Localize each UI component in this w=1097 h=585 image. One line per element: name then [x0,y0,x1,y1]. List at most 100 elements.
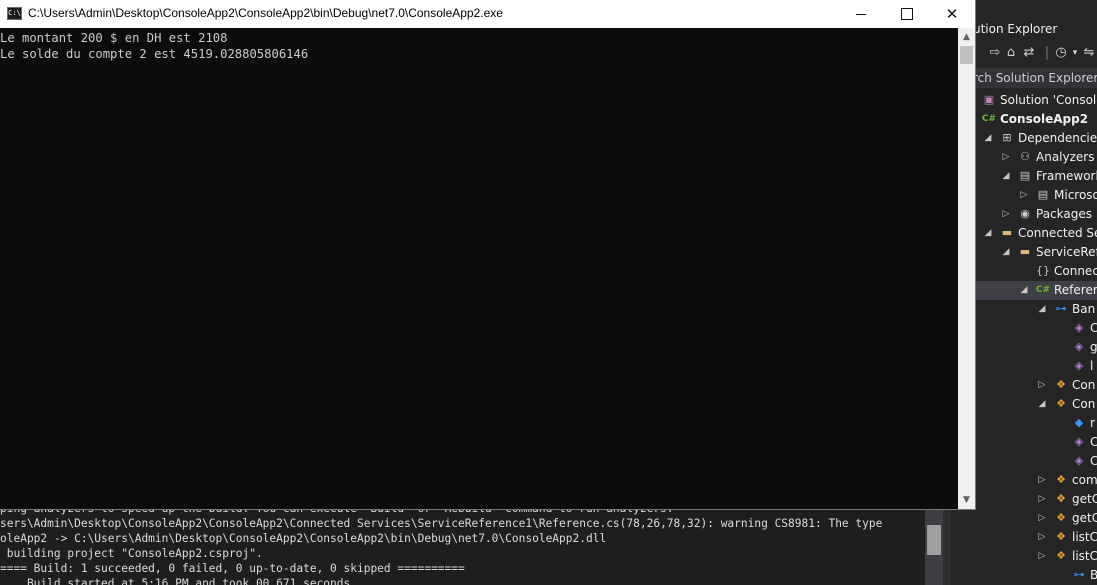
method-icon: ◈ [1074,340,1084,353]
solution-icon: ▣ [983,93,995,106]
field-icon: ◆ [1074,416,1084,429]
window-title: C:\Users\Admin\Desktop\ConsoleApp2\Conso… [28,6,503,20]
class-icon: ❖ [1056,511,1066,524]
expanded-arrow-icon[interactable]: ◢ [983,224,993,243]
class-icon: ❖ [1056,397,1066,410]
panel-splitter[interactable] [943,497,951,585]
tree-node-label: Dependencies [1018,131,1097,145]
expanded-arrow-icon[interactable]: ◢ [1001,243,1011,262]
analyzers-icon: ⚇ [1020,150,1030,163]
framework-icon: ▤ [1019,169,1031,182]
console-window[interactable]: C:\ C:\Users\Admin\Desktop\ConsoleApp2\C… [0,0,975,509]
collapsed-arrow-icon[interactable]: ▷ [1037,490,1047,509]
solution-explorer-toolbar: ⇨ ⌂ ⇄ | ◷ ▾ ⇋ [973,44,1097,64]
packages-icon: ◉ [1020,207,1030,220]
tree-node-label: g [1090,340,1097,354]
tree-node-label: getC [1072,511,1097,525]
console-title-bar[interactable]: C:\ C:\Users\Admin\Desktop\ConsoleApp2\C… [0,0,975,28]
collapsed-arrow-icon[interactable]: ▷ [1001,148,1011,167]
tree-node-label: com [1072,473,1097,487]
tree-node-label: Microso [1054,188,1097,202]
console-app-icon[interactable]: C:\ [7,7,22,20]
tree-node-label: r [1090,416,1095,430]
tree-node-label: Ban [1072,302,1096,316]
collapsed-arrow-icon[interactable]: ▷ [1037,376,1047,395]
expanded-arrow-icon[interactable]: ◢ [1037,300,1047,319]
output-line: ==== Build: 1 succeeded, 0 failed, 0 up-… [0,562,465,575]
tree-node-label: ConsoleApp2 [1000,112,1089,126]
scroll-up-icon[interactable]: ▲ [958,30,975,44]
scroll-down-icon[interactable]: ▼ [958,493,975,507]
forward-icon[interactable]: ⇨ [987,45,1003,61]
solution-explorer-title: ution Explorer [973,22,1058,36]
tree-node-label: C [1090,454,1097,468]
close-icon: ✕ [945,5,959,23]
switch-views-icon[interactable]: ⇄ [1021,45,1037,61]
output-line: building project "ConsoleApp2.csproj". [0,547,263,560]
class-icon: ❖ [1056,378,1066,391]
output-pane: ping analyzers to speed up the build. Yo… [0,497,948,585]
collapsed-arrow-icon[interactable]: ▷ [1037,547,1047,566]
collapsed-arrow-icon[interactable]: ▷ [1037,509,1047,528]
folder-icon: ▬ [1019,245,1031,258]
expanded-arrow-icon[interactable]: ◢ [983,129,993,148]
collapsed-arrow-icon[interactable]: ▷ [1037,528,1047,547]
tree-node-label: Con [1072,378,1096,392]
method-icon: ◈ [1074,359,1084,372]
search-input[interactable]: rch Solution Explorer (C [973,68,1097,88]
maximize-icon [901,8,913,20]
tree-node[interactable]: ▷ ❖ getC [951,509,1097,528]
close-button[interactable]: ✕ [929,0,975,28]
tree-node-label: Solution 'ConsoleApp [1000,93,1097,107]
console-output[interactable]: Le montant 200 $ en DH est 2108 Le solde… [0,28,958,509]
output-line: oleApp2 -> C:\Users\Admin\Desktop\Consol… [0,532,607,545]
method-icon: ◈ [1074,454,1084,467]
output-scrollbar-thumb[interactable] [927,525,941,555]
console-scrollbar-thumb[interactable] [960,46,973,64]
console-line: Le solde du compte 2 est 4519.0288058061… [0,47,309,61]
class-icon: ❖ [1056,549,1066,562]
tree-node-label: Referen [1054,283,1097,297]
tree-node-label: Framework [1036,169,1097,183]
tree-node-label: listC [1072,549,1097,563]
collapsed-arrow-icon[interactable]: ▷ [1037,471,1047,490]
csharp-project-icon: C# [981,114,997,124]
tree-node[interactable]: ▷ ❖ listC [951,528,1097,547]
tree-node-label: Connected Ser [1018,226,1097,240]
json-file-icon: {} [1036,264,1050,277]
console-scrollbar[interactable]: ▲ ▼ [958,28,975,509]
maximize-button[interactable] [884,0,930,28]
interface-icon: ⊶ [1073,568,1085,581]
collapsed-arrow-icon[interactable]: ▷ [1001,205,1011,224]
expanded-arrow-icon[interactable]: ◢ [1037,395,1047,414]
tree-node-label: listC [1072,530,1097,544]
output-line: sers\Admin\Desktop\ConsoleApp2\ConsoleAp… [0,517,883,530]
tree-node-label: Con [1072,397,1096,411]
minimize-icon [856,14,866,15]
tree-node-label: C [1090,321,1097,335]
console-line: Le montant 200 $ en DH est 2108 [0,31,228,45]
class-icon: ❖ [1056,530,1066,543]
tree-node-label: Analyzers [1036,150,1095,164]
home-icon[interactable]: ⌂ [1003,45,1019,61]
dependencies-icon: ⊞ [1002,131,1012,144]
tree-node-label: getC [1072,492,1097,506]
tree-node-label: l [1090,359,1094,373]
output-line: Build started at 5:16 PM and took 00.671… [0,577,351,585]
interface-icon: ⊶ [1055,302,1067,315]
method-icon: ◈ [1074,435,1084,448]
class-icon: ❖ [1056,492,1066,505]
sync-icon[interactable]: ⇋ [1081,45,1097,61]
collapsed-arrow-icon[interactable]: ▷ [1019,186,1029,205]
tree-node-label: Connec [1054,264,1097,278]
expanded-arrow-icon[interactable]: ◢ [1001,167,1011,186]
tree-node[interactable]: ▷ ❖ listC [951,547,1097,566]
method-icon: ◈ [1074,321,1084,334]
tree-node-label: ServiceRefe [1036,245,1097,259]
minimize-button[interactable] [838,0,884,28]
folder-icon: ▬ [1001,226,1013,239]
tree-node[interactable]: ⊶ Ban [951,566,1097,585]
class-icon: ❖ [1056,473,1066,486]
framework-icon: ▤ [1037,188,1049,201]
expanded-arrow-icon[interactable]: ◢ [1019,281,1029,300]
